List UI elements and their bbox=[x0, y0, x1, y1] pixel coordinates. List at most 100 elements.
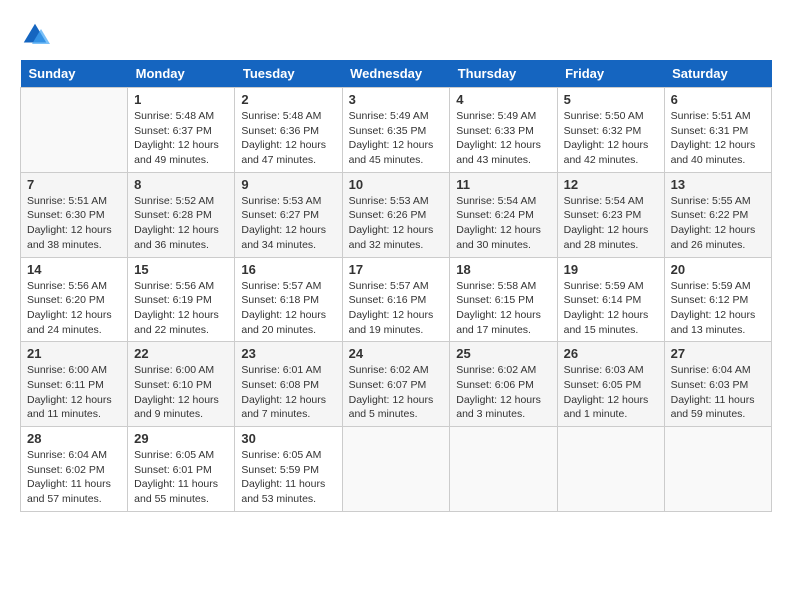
day-cell: 29 Sunrise: 6:05 AM Sunset: 6:01 PM Dayli… bbox=[128, 427, 235, 512]
day-number: 17 bbox=[349, 262, 444, 277]
day-info: Sunrise: 5:50 AM Sunset: 6:32 PM Dayligh… bbox=[564, 109, 658, 168]
day-info: Sunrise: 5:59 AM Sunset: 6:12 PM Dayligh… bbox=[671, 279, 765, 338]
day-header-thursday: Thursday bbox=[450, 60, 557, 88]
day-info: Sunrise: 5:56 AM Sunset: 6:20 PM Dayligh… bbox=[27, 279, 121, 338]
day-number: 15 bbox=[134, 262, 228, 277]
day-cell: 28Sunrise: 6:04 AM Sunset: 6:02 PM Dayli… bbox=[21, 427, 128, 512]
day-info: Sunrise: 6:02 AM Sunset: 6:06 PM Dayligh… bbox=[456, 363, 550, 422]
day-cell: 17Sunrise: 5:57 AM Sunset: 6:16 PM Dayli… bbox=[342, 257, 450, 342]
day-cell: 16 Sunrise: 5:57 AM Sunset: 6:18 PM Dayli… bbox=[235, 257, 342, 342]
day-header-sunday: Sunday bbox=[21, 60, 128, 88]
day-number: 13 bbox=[671, 177, 765, 192]
day-number: 18 bbox=[456, 262, 550, 277]
day-info: Sunrise: 5:51 AM Sunset: 6:31 PM Dayligh… bbox=[671, 109, 765, 168]
week-row-4: 21 Sunrise: 6:00 AM Sunset: 6:11 PM Dayli… bbox=[21, 342, 772, 427]
day-cell: 25 Sunrise: 6:02 AM Sunset: 6:06 PM Dayli… bbox=[450, 342, 557, 427]
day-cell: 13Sunrise: 5:55 AM Sunset: 6:22 PM Dayli… bbox=[664, 172, 771, 257]
day-info: Sunrise: 5:53 AM Sunset: 6:27 PM Dayligh… bbox=[241, 194, 335, 253]
day-info: Sunrise: 6:04 AM Sunset: 6:03 PM Dayligh… bbox=[671, 363, 765, 422]
week-row-2: 7 Sunrise: 5:51 AM Sunset: 6:30 PM Daylig… bbox=[21, 172, 772, 257]
page-header bbox=[20, 20, 772, 50]
day-header-tuesday: Tuesday bbox=[235, 60, 342, 88]
day-cell: 7 Sunrise: 5:51 AM Sunset: 6:30 PM Daylig… bbox=[21, 172, 128, 257]
day-cell: 19Sunrise: 5:59 AM Sunset: 6:14 PM Dayli… bbox=[557, 257, 664, 342]
day-info: Sunrise: 6:05 AM Sunset: 6:01 PM Dayligh… bbox=[134, 448, 228, 507]
day-number: 23 bbox=[241, 346, 335, 361]
day-info: Sunrise: 5:57 AM Sunset: 6:18 PM Dayligh… bbox=[241, 279, 335, 338]
day-number: 14 bbox=[27, 262, 121, 277]
day-info: Sunrise: 5:58 AM Sunset: 6:15 PM Dayligh… bbox=[456, 279, 550, 338]
day-cell: 8 Sunrise: 5:52 AM Sunset: 6:28 PM Daylig… bbox=[128, 172, 235, 257]
day-cell: 20 Sunrise: 5:59 AM Sunset: 6:12 PM Dayli… bbox=[664, 257, 771, 342]
day-cell: 18 Sunrise: 5:58 AM Sunset: 6:15 PM Dayli… bbox=[450, 257, 557, 342]
day-number: 25 bbox=[456, 346, 550, 361]
day-info: Sunrise: 5:49 AM Sunset: 6:33 PM Dayligh… bbox=[456, 109, 550, 168]
day-number: 16 bbox=[241, 262, 335, 277]
logo bbox=[20, 20, 54, 50]
day-cell bbox=[450, 427, 557, 512]
day-info: Sunrise: 5:59 AM Sunset: 6:14 PM Dayligh… bbox=[564, 279, 658, 338]
day-cell: 30 Sunrise: 6:05 AM Sunset: 5:59 PM Dayli… bbox=[235, 427, 342, 512]
day-cell: 12 Sunrise: 5:54 AM Sunset: 6:23 PM Dayli… bbox=[557, 172, 664, 257]
day-cell: 26 Sunrise: 6:03 AM Sunset: 6:05 PM Dayli… bbox=[557, 342, 664, 427]
day-cell: 15 Sunrise: 5:56 AM Sunset: 6:19 PM Dayli… bbox=[128, 257, 235, 342]
day-number: 6 bbox=[671, 92, 765, 107]
day-info: Sunrise: 5:56 AM Sunset: 6:19 PM Dayligh… bbox=[134, 279, 228, 338]
day-number: 8 bbox=[134, 177, 228, 192]
logo-icon bbox=[20, 20, 50, 50]
day-cell: 23Sunrise: 6:01 AM Sunset: 6:08 PM Dayli… bbox=[235, 342, 342, 427]
day-number: 1 bbox=[134, 92, 228, 107]
day-header-saturday: Saturday bbox=[664, 60, 771, 88]
day-info: Sunrise: 5:52 AM Sunset: 6:28 PM Dayligh… bbox=[134, 194, 228, 253]
day-number: 12 bbox=[564, 177, 658, 192]
day-cell: 2 Sunrise: 5:48 AM Sunset: 6:36 PM Daylig… bbox=[235, 88, 342, 173]
day-cell bbox=[664, 427, 771, 512]
day-info: Sunrise: 6:02 AM Sunset: 6:07 PM Dayligh… bbox=[349, 363, 444, 422]
day-number: 26 bbox=[564, 346, 658, 361]
day-cell bbox=[557, 427, 664, 512]
day-info: Sunrise: 5:49 AM Sunset: 6:35 PM Dayligh… bbox=[349, 109, 444, 168]
day-info: Sunrise: 5:54 AM Sunset: 6:24 PM Dayligh… bbox=[456, 194, 550, 253]
day-header-wednesday: Wednesday bbox=[342, 60, 450, 88]
day-cell: 27 Sunrise: 6:04 AM Sunset: 6:03 PM Dayli… bbox=[664, 342, 771, 427]
day-info: Sunrise: 5:53 AM Sunset: 6:26 PM Dayligh… bbox=[349, 194, 444, 253]
day-number: 11 bbox=[456, 177, 550, 192]
day-cell: 4Sunrise: 5:49 AM Sunset: 6:33 PM Daylig… bbox=[450, 88, 557, 173]
day-cell: 24Sunrise: 6:02 AM Sunset: 6:07 PM Dayli… bbox=[342, 342, 450, 427]
day-number: 7 bbox=[27, 177, 121, 192]
week-row-1: 1 Sunrise: 5:48 AM Sunset: 6:37 PM Daylig… bbox=[21, 88, 772, 173]
day-number: 28 bbox=[27, 431, 121, 446]
day-cell: 6 Sunrise: 5:51 AM Sunset: 6:31 PM Daylig… bbox=[664, 88, 771, 173]
day-cell: 1 Sunrise: 5:48 AM Sunset: 6:37 PM Daylig… bbox=[128, 88, 235, 173]
day-info: Sunrise: 6:03 AM Sunset: 6:05 PM Dayligh… bbox=[564, 363, 658, 422]
day-cell: 3 Sunrise: 5:49 AM Sunset: 6:35 PM Daylig… bbox=[342, 88, 450, 173]
day-cell bbox=[342, 427, 450, 512]
calendar-table: SundayMondayTuesdayWednesdayThursdayFrid… bbox=[20, 60, 772, 512]
day-number: 3 bbox=[349, 92, 444, 107]
day-info: Sunrise: 5:48 AM Sunset: 6:36 PM Dayligh… bbox=[241, 109, 335, 168]
day-cell: 14 Sunrise: 5:56 AM Sunset: 6:20 PM Dayli… bbox=[21, 257, 128, 342]
day-cell: 9Sunrise: 5:53 AM Sunset: 6:27 PM Daylig… bbox=[235, 172, 342, 257]
day-number: 21 bbox=[27, 346, 121, 361]
day-number: 29 bbox=[134, 431, 228, 446]
day-cell: 11 Sunrise: 5:54 AM Sunset: 6:24 PM Dayli… bbox=[450, 172, 557, 257]
day-number: 22 bbox=[134, 346, 228, 361]
day-cell: 22 Sunrise: 6:00 AM Sunset: 6:10 PM Dayli… bbox=[128, 342, 235, 427]
day-number: 27 bbox=[671, 346, 765, 361]
day-number: 10 bbox=[349, 177, 444, 192]
day-info: Sunrise: 5:48 AM Sunset: 6:37 PM Dayligh… bbox=[134, 109, 228, 168]
day-info: Sunrise: 6:05 AM Sunset: 5:59 PM Dayligh… bbox=[241, 448, 335, 507]
day-cell bbox=[21, 88, 128, 173]
day-cell: 21 Sunrise: 6:00 AM Sunset: 6:11 PM Dayli… bbox=[21, 342, 128, 427]
day-cell: 5 Sunrise: 5:50 AM Sunset: 6:32 PM Daylig… bbox=[557, 88, 664, 173]
day-info: Sunrise: 5:51 AM Sunset: 6:30 PM Dayligh… bbox=[27, 194, 121, 253]
day-info: Sunrise: 6:00 AM Sunset: 6:11 PM Dayligh… bbox=[27, 363, 121, 422]
day-number: 5 bbox=[564, 92, 658, 107]
day-header-friday: Friday bbox=[557, 60, 664, 88]
day-number: 30 bbox=[241, 431, 335, 446]
day-number: 20 bbox=[671, 262, 765, 277]
day-header-monday: Monday bbox=[128, 60, 235, 88]
day-info: Sunrise: 5:54 AM Sunset: 6:23 PM Dayligh… bbox=[564, 194, 658, 253]
day-info: Sunrise: 6:00 AM Sunset: 6:10 PM Dayligh… bbox=[134, 363, 228, 422]
day-number: 2 bbox=[241, 92, 335, 107]
